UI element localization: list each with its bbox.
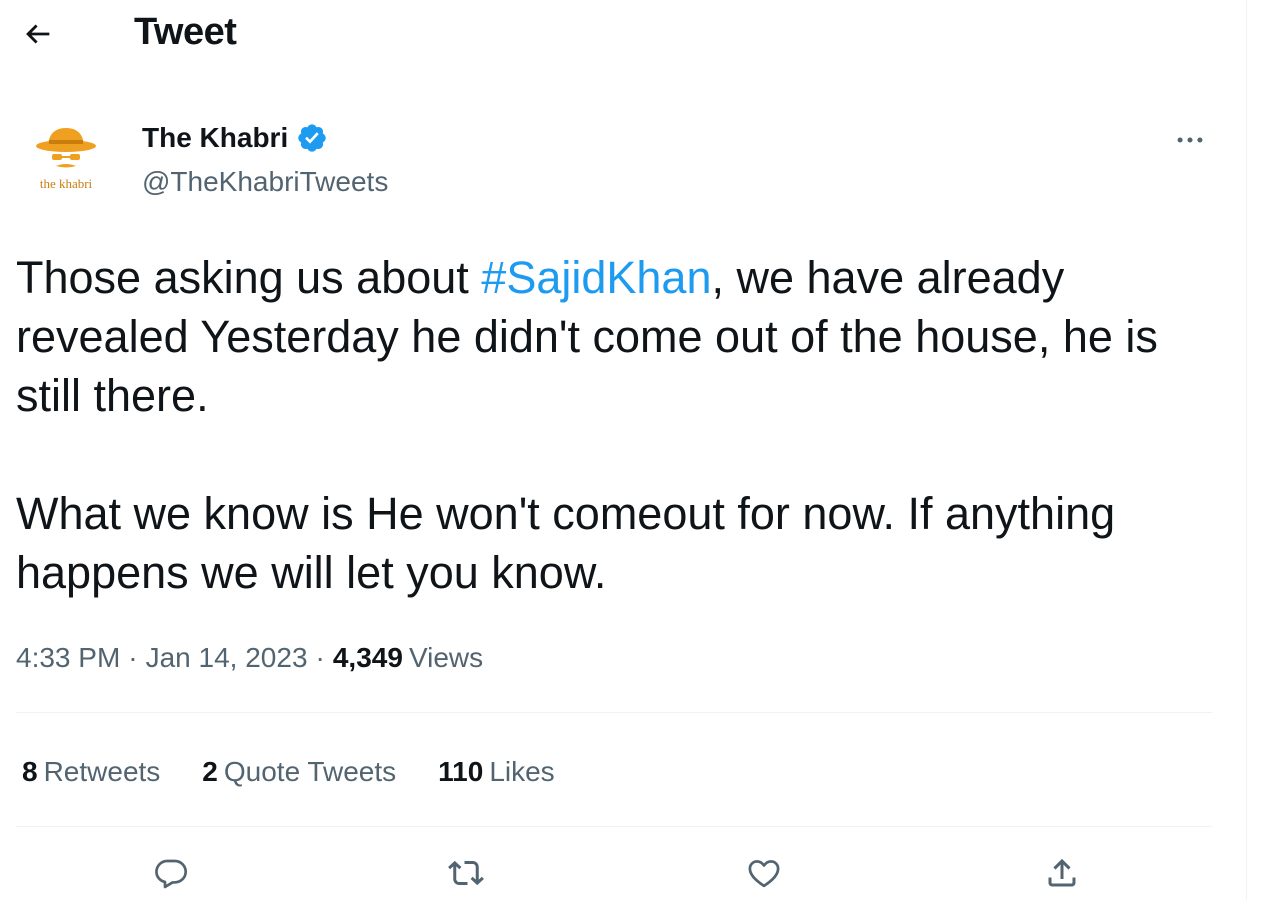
tweet-text-part: Those asking us about	[16, 252, 482, 303]
arrow-left-icon	[26, 24, 50, 44]
retweets-count: 8	[22, 756, 38, 787]
display-name[interactable]: The Khabri	[142, 120, 288, 156]
avatar-logo-text: the khabri	[40, 176, 93, 191]
more-options-button[interactable]	[1168, 118, 1212, 162]
heart-icon	[748, 860, 780, 888]
tweet-paragraph-1: Those asking us about #SajidKhan, we hav…	[16, 248, 1226, 425]
author-name-row[interactable]: The Khabri	[142, 120, 328, 156]
quotes-label: Quote Tweets	[223, 756, 397, 787]
tweet-paragraph-2: What we know is He won't comeout for now…	[16, 488, 1116, 598]
likes-stat[interactable]: 110 Likes	[438, 754, 555, 790]
author-handle[interactable]: @TheKhabriTweets	[142, 164, 388, 200]
khabri-logo-icon: the khabri	[36, 128, 96, 191]
quotes-count: 2	[202, 756, 218, 787]
meta-separator: ·	[315, 642, 325, 673]
tweet-actions	[0, 846, 1246, 900]
likes-count: 110	[438, 756, 484, 787]
page-title: Tweet	[134, 11, 237, 53]
tweet-stats: 8 Retweets 2 Quote Tweets 110 Likes	[22, 754, 597, 790]
retweet-icon	[448, 860, 484, 886]
verified-badge-icon	[298, 124, 326, 152]
views-label: Views	[408, 642, 484, 673]
back-button[interactable]	[14, 10, 62, 58]
reply-icon	[155, 859, 188, 889]
share-icon	[1048, 858, 1076, 887]
views-count: 4,349	[332, 642, 403, 673]
divider	[16, 712, 1212, 713]
tweet-meta: 4:33 PM · Jan 14, 2023 · 4,349 Views	[16, 640, 483, 676]
avatar[interactable]: the khabri	[18, 116, 114, 212]
tweet-time[interactable]: 4:33 PM	[16, 640, 120, 676]
retweet-button[interactable]	[439, 846, 493, 900]
tweet-text: Those asking us about #SajidKhan, we hav…	[16, 248, 1226, 602]
more-horizontal-icon	[1177, 137, 1203, 143]
tweet-date[interactable]: Jan 14, 2023	[146, 640, 308, 676]
divider	[16, 826, 1212, 827]
quote-tweets-stat[interactable]: 2 Quote Tweets	[202, 754, 396, 790]
like-button[interactable]	[737, 846, 791, 900]
column-border	[1246, 0, 1247, 900]
reply-button[interactable]	[144, 846, 198, 900]
tweet-page: Tweet the khabri The Khabri @TheKhabriTw…	[0, 0, 1280, 900]
meta-separator: ·	[128, 642, 138, 673]
retweets-label: Retweets	[43, 756, 161, 787]
likes-label: Likes	[489, 756, 555, 787]
retweets-stat[interactable]: 8 Retweets	[22, 754, 160, 790]
share-button[interactable]	[1035, 846, 1089, 900]
hashtag-link[interactable]: #SajidKhan	[481, 252, 711, 303]
